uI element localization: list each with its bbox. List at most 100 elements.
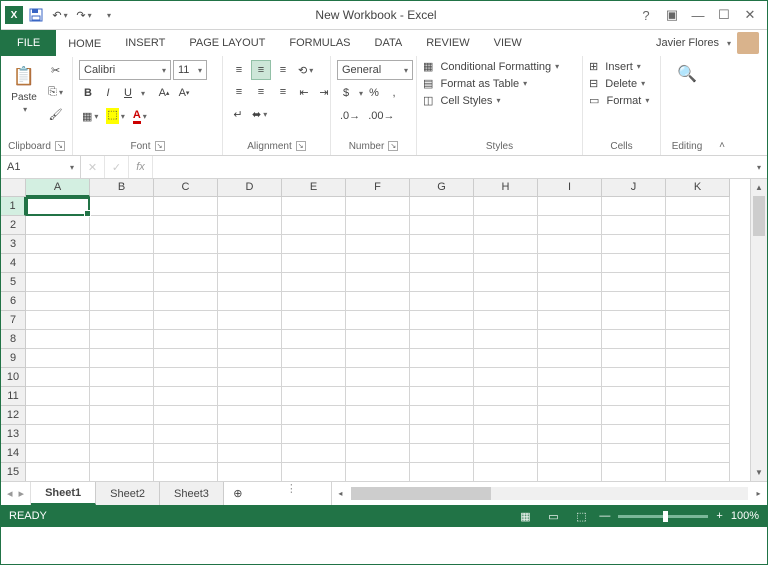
cell[interactable]: [538, 292, 602, 311]
cell[interactable]: [154, 425, 218, 444]
cell[interactable]: [410, 406, 474, 425]
col-header[interactable]: I: [538, 179, 602, 197]
cell[interactable]: [26, 197, 90, 216]
cell[interactable]: [410, 216, 474, 235]
tab-review[interactable]: REVIEW: [414, 30, 481, 56]
cell[interactable]: [154, 444, 218, 463]
col-header[interactable]: E: [282, 179, 346, 197]
italic-button[interactable]: I: [99, 83, 117, 103]
cell[interactable]: [282, 292, 346, 311]
fill-color-button[interactable]: ⬚▾: [103, 106, 127, 126]
cell[interactable]: [26, 330, 90, 349]
cell[interactable]: [346, 292, 410, 311]
page-break-view[interactable]: ⬚: [571, 508, 591, 524]
cell[interactable]: [666, 273, 730, 292]
cell-styles-button[interactable]: ◫ Cell Styles▾: [423, 94, 500, 107]
cell[interactable]: [26, 273, 90, 292]
insert-function[interactable]: fx: [129, 156, 153, 178]
row-header[interactable]: 4: [1, 254, 26, 273]
tab-view[interactable]: VIEW: [482, 30, 534, 56]
cell[interactable]: [218, 463, 282, 481]
percent-button[interactable]: %: [365, 83, 383, 103]
formula-input[interactable]: [153, 156, 749, 178]
cell[interactable]: [666, 330, 730, 349]
cell[interactable]: [282, 425, 346, 444]
format-as-table-button[interactable]: ▤ Format as Table▾: [423, 77, 527, 90]
save-button[interactable]: [25, 4, 47, 26]
scroll-up[interactable]: ▲: [751, 179, 767, 196]
cell[interactable]: [26, 444, 90, 463]
cell[interactable]: [538, 406, 602, 425]
cell[interactable]: [282, 254, 346, 273]
cell[interactable]: [154, 216, 218, 235]
page-layout-view[interactable]: ▭: [543, 508, 563, 524]
currency-button[interactable]: $: [337, 83, 355, 103]
sheet-tab[interactable]: Sheet3: [160, 482, 224, 505]
cell[interactable]: [666, 254, 730, 273]
cell[interactable]: [602, 216, 666, 235]
cell[interactable]: [666, 444, 730, 463]
cell[interactable]: [602, 254, 666, 273]
cell[interactable]: [90, 273, 154, 292]
cell[interactable]: [538, 216, 602, 235]
delete-cells-button[interactable]: ⊟ Delete▾: [589, 77, 645, 90]
decrease-decimal[interactable]: .00→: [365, 106, 397, 126]
col-header[interactable]: A: [26, 179, 90, 197]
cell[interactable]: [474, 273, 538, 292]
cell[interactable]: [538, 463, 602, 481]
cell[interactable]: [538, 273, 602, 292]
cell[interactable]: [538, 387, 602, 406]
cell[interactable]: [346, 216, 410, 235]
cell[interactable]: [602, 311, 666, 330]
cell[interactable]: [410, 254, 474, 273]
grow-font-button[interactable]: A▴: [155, 83, 173, 103]
cell[interactable]: [410, 311, 474, 330]
cell[interactable]: [666, 292, 730, 311]
select-all-corner[interactable]: [1, 179, 26, 197]
tab-data[interactable]: DATA: [363, 30, 415, 56]
cell[interactable]: [538, 349, 602, 368]
row-header[interactable]: 5: [1, 273, 26, 292]
tab-insert[interactable]: INSERT: [113, 30, 177, 56]
cell[interactable]: [218, 330, 282, 349]
tab-home[interactable]: HOME: [56, 31, 113, 57]
cell[interactable]: [154, 311, 218, 330]
user-area[interactable]: Javier Flores▾: [656, 30, 767, 56]
cell[interactable]: [602, 425, 666, 444]
cell[interactable]: [90, 349, 154, 368]
scroll-thumb[interactable]: [753, 196, 765, 236]
cell[interactable]: [666, 349, 730, 368]
zoom-in[interactable]: +: [716, 510, 722, 522]
cell[interactable]: [90, 292, 154, 311]
cell[interactable]: [154, 197, 218, 216]
qat-customize[interactable]: ▾: [97, 4, 119, 26]
cell[interactable]: [410, 330, 474, 349]
cell[interactable]: [474, 387, 538, 406]
cell[interactable]: [538, 254, 602, 273]
cell[interactable]: [154, 463, 218, 481]
zoom-slider[interactable]: [618, 515, 708, 518]
cell[interactable]: [154, 330, 218, 349]
tab-formulas[interactable]: FORMULAS: [277, 30, 362, 56]
vertical-scrollbar[interactable]: ▲ ▼: [750, 179, 767, 481]
cell[interactable]: [602, 292, 666, 311]
cell[interactable]: [26, 292, 90, 311]
formula-cancel[interactable]: ✕: [81, 156, 105, 178]
cell[interactable]: [666, 311, 730, 330]
underline-button[interactable]: U: [119, 83, 137, 103]
row-header[interactable]: 8: [1, 330, 26, 349]
cell[interactable]: [90, 425, 154, 444]
cell[interactable]: [410, 349, 474, 368]
cell[interactable]: [538, 444, 602, 463]
cell[interactable]: [90, 235, 154, 254]
cell[interactable]: [282, 387, 346, 406]
cell[interactable]: [90, 197, 154, 216]
cell[interactable]: [346, 406, 410, 425]
cell[interactable]: [666, 216, 730, 235]
row-header[interactable]: 6: [1, 292, 26, 311]
cell[interactable]: [282, 216, 346, 235]
cell[interactable]: [474, 406, 538, 425]
cell[interactable]: [154, 273, 218, 292]
cell[interactable]: [602, 444, 666, 463]
format-painter-button[interactable]: 🖌: [45, 104, 66, 124]
